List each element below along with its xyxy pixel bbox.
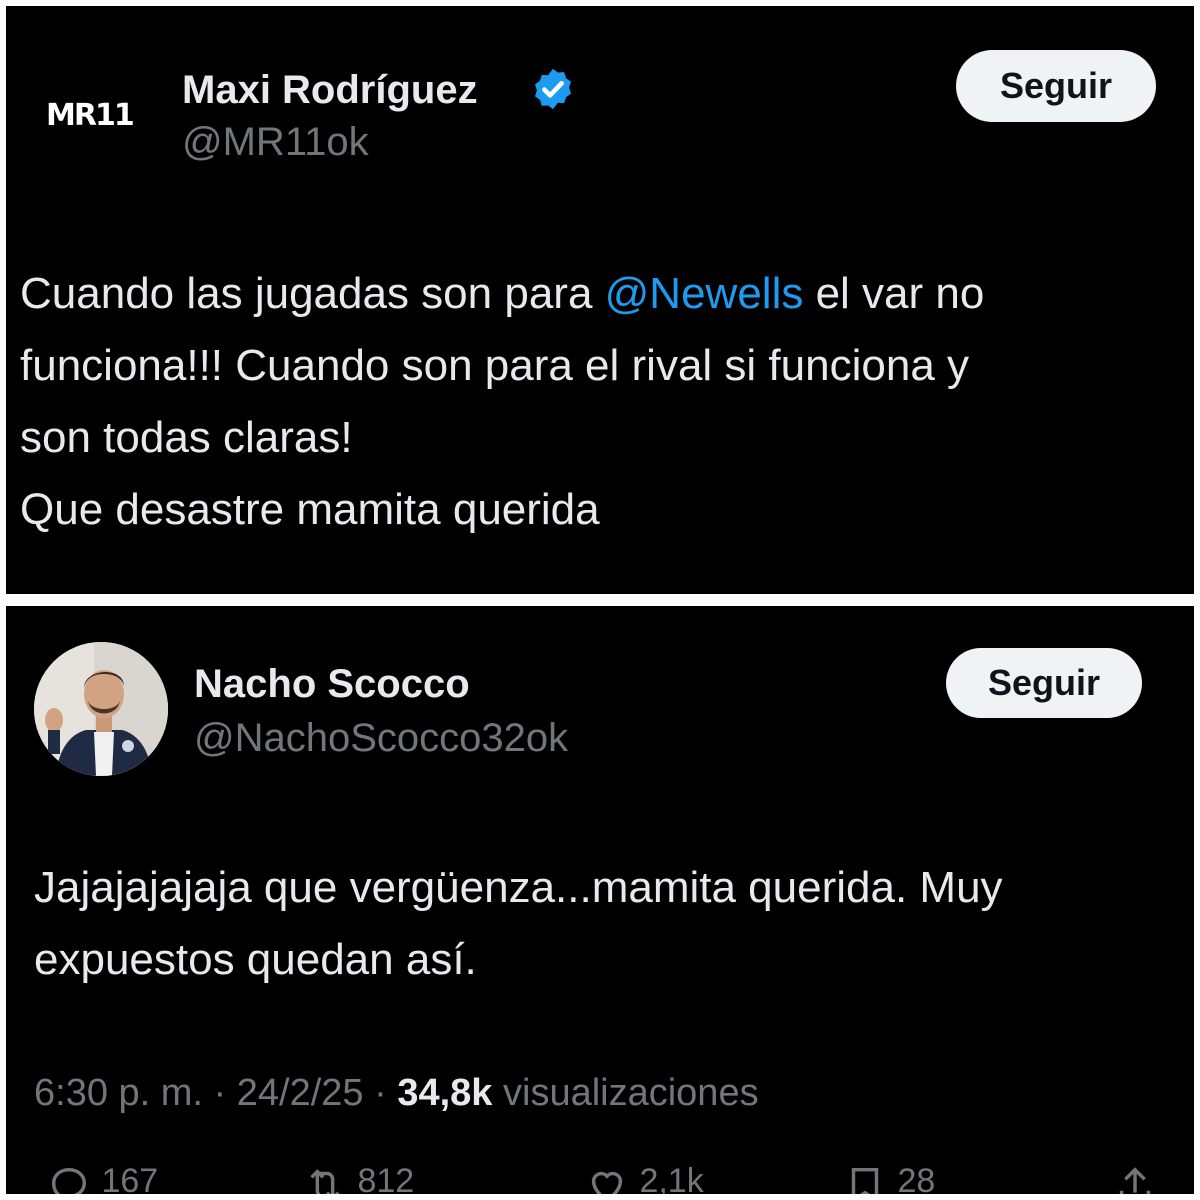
like-icon [591,1171,623,1194]
verified-badge-icon [534,68,572,110]
bookmark-count: 28 [897,1162,936,1194]
tweet-card-nacho: Nacho Scocco @NachoScocco32ok Seguir Jaj… [6,606,1194,1194]
tweet-line: expuestos quedan así. [34,935,477,984]
tweet-line-text: Cuando las jugadas son para [20,269,605,318]
tweet-card-maxi: MR11 Maxi Rodríguez @MR11ok Seguir Cuand… [6,6,1194,594]
mr11-logo-avatar[interactable]: MR11 [46,98,135,133]
author-handle[interactable]: @MR11ok [182,120,369,165]
mention-link[interactable]: @Newells [605,269,804,318]
like-button[interactable]: 2,1k [584,1162,704,1194]
author-name[interactable]: Nacho Scocco [194,662,470,707]
share-icon [1119,1167,1151,1194]
follow-button[interactable]: Seguir [956,50,1156,122]
repost-count: 812 [357,1162,415,1194]
follow-button[interactable]: Seguir [946,648,1142,718]
reply-icon [51,1167,87,1194]
tweet-line: Cuando las jugadas son para @Newells el … [20,258,984,330]
tweet-line: son todas claras! [20,413,353,462]
tweet-line-text: el var no [803,269,985,318]
tweet-line: Que desastre mamita querida [20,485,600,534]
meta-separator: · [213,1072,227,1114]
repost-icon [310,1169,340,1194]
bookmark-button[interactable]: 28 [842,1162,935,1194]
bookmark-icon [851,1167,879,1194]
tweet-date[interactable]: 24/2/25 [237,1072,364,1114]
repost-button[interactable]: 812 [302,1162,414,1194]
tweet-time[interactable]: 6:30 p. m. [34,1072,203,1114]
views-label: visualizaciones [503,1072,759,1114]
meta-separator: · [374,1072,387,1114]
views-count: 34,8k [397,1072,493,1114]
tweet-body: Jajajajajaja que vergüenza...mamita quer… [34,852,1003,996]
reply-count: 167 [101,1162,159,1194]
share-button[interactable] [1112,1162,1158,1194]
like-count: 2,1k [639,1162,704,1194]
reply-button[interactable]: 167 [46,1162,158,1194]
tweet-actions-bar: 167 812 2,1k 28 [6,1162,1194,1194]
tweet-line: funciona!!! Cuando son para el rival si … [20,341,970,390]
tweet-meta: 6:30 p. m. · 24/2/25 · 34,8k visualizaci… [34,1072,759,1115]
tweet-body: Cuando las jugadas son para @Newells el … [20,258,984,546]
author-name[interactable]: Maxi Rodríguez [182,68,478,113]
avatar[interactable] [34,642,168,776]
tweet-line: Jajajajajaja que vergüenza...mamita quer… [34,863,1003,912]
profile-photo [34,642,168,776]
author-handle[interactable]: @NachoScocco32ok [194,716,568,761]
